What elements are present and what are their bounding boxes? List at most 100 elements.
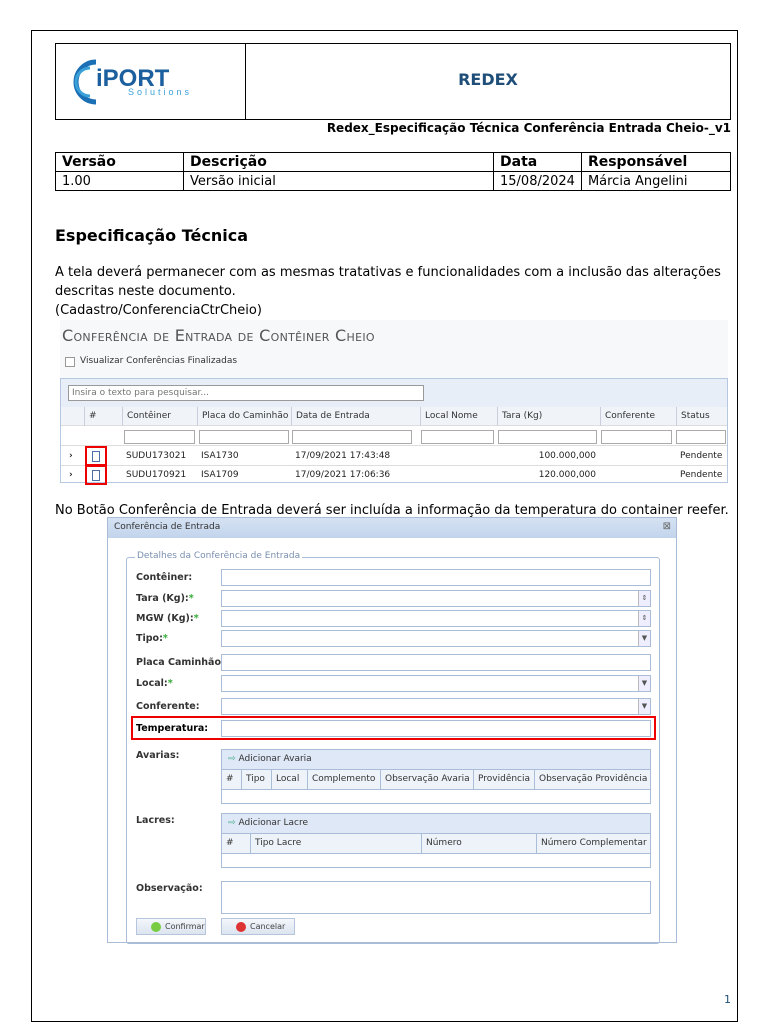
finalized-checkbox[interactable] bbox=[65, 357, 75, 367]
col-header[interactable]: Conferente bbox=[600, 407, 676, 426]
chevron-down-icon[interactable]: ▼ bbox=[638, 699, 650, 714]
col-header: Número Complementar bbox=[536, 834, 651, 854]
lacres-label: Lacres: bbox=[136, 815, 175, 826]
data-cell: 17/09/2021 17:43:48 bbox=[295, 451, 391, 461]
check-icon bbox=[151, 922, 161, 932]
cancel-button[interactable]: Cancelar bbox=[221, 918, 295, 935]
paragraph-text: A tela deverá permanecer com as mesmas t… bbox=[55, 265, 721, 299]
local-label: Local:* bbox=[136, 678, 173, 689]
header-cell: Versão bbox=[55, 152, 184, 172]
filter-input[interactable] bbox=[124, 430, 195, 444]
page-number: 1 bbox=[724, 993, 731, 1006]
temperatura-input[interactable] bbox=[221, 720, 651, 737]
col-header[interactable]: Status bbox=[676, 407, 728, 426]
tara-cell: 120.000,000 bbox=[538, 470, 596, 480]
add-icon: ⇨ bbox=[228, 754, 236, 764]
document-header: iPORT Solutions REDEX bbox=[55, 43, 731, 120]
grid-header-row: # Tipo Local Complemento Observação Avar… bbox=[222, 770, 650, 790]
screenshot-conferencia-list: Conferência de Entrada de Contêiner Chei… bbox=[60, 320, 728, 485]
cell: 1.00 bbox=[55, 171, 184, 191]
status-cell: Pendente bbox=[680, 451, 723, 461]
filter-input[interactable] bbox=[498, 430, 597, 444]
paragraph: A tela deverá permanecer com as mesmas t… bbox=[55, 263, 735, 320]
svg-text:Solutions: Solutions bbox=[128, 87, 192, 97]
placa-cell: ISA1730 bbox=[201, 451, 239, 461]
checkbox-label: Visualizar Conferências Finalizadas bbox=[80, 356, 238, 366]
grid-header-row: # Tipo Lacre Número Número Complementar bbox=[222, 834, 650, 854]
dialog-title: Conferência de Entrada bbox=[108, 518, 676, 538]
expand-icon[interactable]: › bbox=[65, 466, 77, 485]
add-icon: ⇨ bbox=[228, 818, 236, 828]
cell: Versão inicial bbox=[183, 171, 494, 191]
spinner-icon[interactable]: ⇕ bbox=[638, 611, 650, 626]
grid-header-row: # Contêiner Placa do Caminhão Data de En… bbox=[61, 407, 727, 426]
add-lacre-button[interactable]: ⇨ Adicionar Lacre bbox=[222, 814, 650, 834]
mgw-label: MGW (Kg):* bbox=[136, 613, 199, 624]
col-header[interactable]: Local Nome bbox=[420, 407, 497, 426]
container-cell: SUDU173021 bbox=[126, 451, 187, 461]
col-header: Providência bbox=[473, 770, 534, 790]
header-cell: Responsável bbox=[580, 152, 732, 172]
col-header: # bbox=[226, 838, 234, 848]
local-select[interactable]: ▼ bbox=[221, 675, 651, 692]
grid-toolbar bbox=[61, 379, 727, 407]
filter-select[interactable] bbox=[601, 430, 672, 444]
avarias-grid: ⇨ Adicionar Avaria # Tipo Local Complemen… bbox=[221, 749, 651, 804]
header-cell: Data bbox=[493, 152, 582, 172]
data-grid: # Contêiner Placa do Caminhão Data de En… bbox=[60, 378, 728, 485]
conferente-select[interactable]: ▼ bbox=[221, 698, 651, 715]
conferencia-dialog: Conferência de Entrada ⊠ Detalhes da Con… bbox=[107, 517, 677, 944]
clipboard-icon[interactable] bbox=[85, 446, 107, 466]
placa-cell: ISA1709 bbox=[201, 470, 239, 480]
screen-title: Conferência de Entrada de Contêiner Chei… bbox=[62, 326, 375, 345]
cell: Márcia Angelini bbox=[580, 171, 732, 191]
tipo-select[interactable]: ▼ bbox=[221, 630, 651, 647]
lacres-grid: ⇨ Adicionar Lacre # Tipo Lacre Número Núm… bbox=[221, 813, 651, 868]
confirm-button[interactable]: Confirmar bbox=[136, 918, 206, 935]
col-header: Tipo bbox=[241, 770, 269, 790]
route-text: (Cadastro/ConferenciaCtrCheio) bbox=[55, 303, 262, 318]
search-input[interactable] bbox=[68, 385, 424, 401]
cell: 15/08/2024 bbox=[493, 171, 582, 191]
chevron-down-icon[interactable]: ▼ bbox=[638, 631, 650, 646]
filter-input[interactable] bbox=[421, 430, 494, 444]
document-name: Redex_Especificação Técnica Conferência … bbox=[326, 121, 731, 135]
observacao-textarea[interactable] bbox=[221, 881, 651, 914]
table-row[interactable]: › SUDU173021 ISA1730 17/09/2021 17:43:48… bbox=[61, 446, 727, 466]
close-icon[interactable]: ⊠ bbox=[663, 521, 671, 532]
col-header: Complemento bbox=[307, 770, 379, 790]
tipo-label: Tipo:* bbox=[136, 633, 168, 644]
container-input[interactable] bbox=[221, 569, 651, 586]
conferente-label: Conferente: bbox=[136, 701, 200, 712]
col-header[interactable]: Contêiner bbox=[122, 407, 197, 426]
col-header[interactable]: # bbox=[84, 407, 122, 426]
filter-row bbox=[61, 427, 727, 446]
add-avaria-button[interactable]: ⇨ Adicionar Avaria bbox=[222, 750, 650, 770]
tara-input[interactable]: ⇕ bbox=[221, 590, 651, 607]
table-header-row: Versão Descrição Data Responsável bbox=[55, 152, 732, 172]
filter-date-input[interactable] bbox=[292, 430, 412, 444]
expand-icon[interactable]: › bbox=[65, 447, 77, 466]
col-header[interactable]: Tara (Kg) bbox=[497, 407, 600, 426]
chevron-down-icon[interactable]: ▼ bbox=[638, 676, 650, 691]
col-header[interactable]: Placa do Caminhão bbox=[197, 407, 291, 426]
placa-input[interactable] bbox=[221, 654, 651, 671]
table-row[interactable]: › SUDU170921 ISA1709 17/09/2021 17:06:36… bbox=[61, 465, 727, 485]
data-cell: 17/09/2021 17:06:36 bbox=[295, 470, 391, 480]
filter-input[interactable] bbox=[199, 430, 289, 444]
section-title: Especificação Técnica bbox=[55, 226, 248, 245]
version-table: Versão Descrição Data Responsável 1.00 V… bbox=[55, 152, 732, 191]
clipboard-icon[interactable] bbox=[85, 465, 107, 485]
mgw-input[interactable]: ⇕ bbox=[221, 610, 651, 627]
col-header: Observação Providência bbox=[534, 770, 651, 790]
temperatura-label: Temperatura: bbox=[136, 723, 209, 734]
spinner-icon[interactable]: ⇕ bbox=[638, 591, 650, 606]
col-header[interactable]: Data de Entrada bbox=[291, 407, 420, 426]
col-header: Observação Avaria bbox=[380, 770, 474, 790]
col-header: Tipo Lacre bbox=[250, 834, 305, 854]
cancel-icon bbox=[236, 922, 246, 932]
observacao-label: Observação: bbox=[136, 883, 203, 894]
filter-input[interactable] bbox=[676, 430, 726, 444]
col-header: Número bbox=[421, 834, 466, 854]
fieldset-legend: Detalhes da Conferência de Entrada bbox=[135, 551, 303, 561]
